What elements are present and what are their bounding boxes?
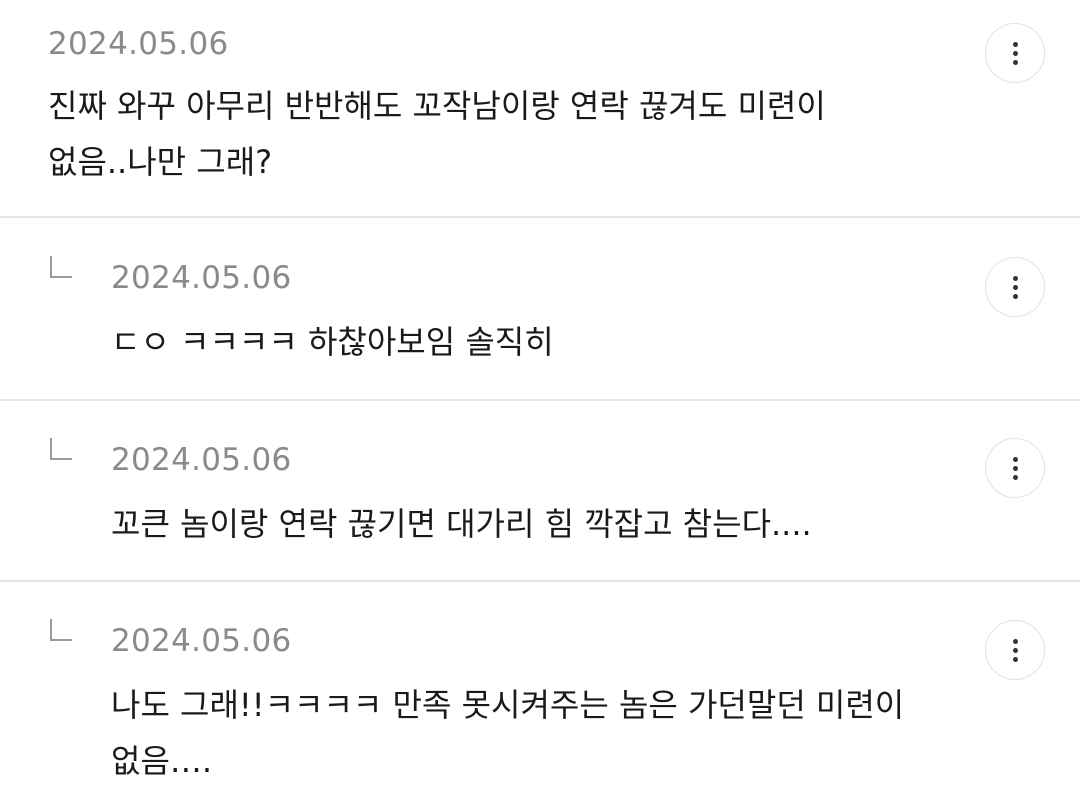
- comment-date: 2024.05.06: [48, 26, 229, 62]
- reply-arrow-icon: [50, 619, 72, 641]
- comment-date: 2024.05.06: [111, 260, 292, 296]
- more-vertical-icon: [1012, 456, 1018, 480]
- reply-item: 2024.05.06 나도 그래!!ㅋㅋㅋㅋ 만족 못시켜주는 놈은 가던말던 …: [0, 581, 1080, 807]
- reply-arrow-icon: [50, 438, 72, 460]
- comment-item: 2024.05.06 진짜 와꾸 아무리 반반해도 꼬작남이랑 연락 끊겨도 미…: [0, 0, 1080, 218]
- comment-text: ㄷㅇ ㅋㅋㅋㅋ 하찮아보임 솔직히: [111, 323, 554, 361]
- more-options-button[interactable]: [985, 23, 1045, 83]
- reply-item: 2024.05.06 ㄷㅇ ㅋㅋㅋㅋ 하찮아보임 솔직히: [0, 218, 1080, 400]
- reply-item: 2024.05.06 꼬큰 놈이랑 연락 끊기면 대가리 힘 깍잡고 참는다..…: [0, 400, 1080, 581]
- comment-date: 2024.05.06: [111, 623, 292, 659]
- comment-text: 나도 그래!!ㅋㅋㅋㅋ 만족 못시켜주는 놈은 가던말던 미련이 없음….: [111, 686, 905, 780]
- more-options-button[interactable]: [985, 620, 1045, 680]
- more-vertical-icon: [1012, 41, 1018, 65]
- reply-arrow-icon: [50, 256, 72, 278]
- comment-text: 진짜 와꾸 아무리 반반해도 꼬작남이랑 연락 끊겨도 미련이 없음..나만 그…: [48, 87, 826, 181]
- more-options-button[interactable]: [985, 438, 1045, 498]
- comment-date: 2024.05.06: [111, 442, 292, 478]
- more-vertical-icon: [1012, 275, 1018, 299]
- comment-text: 꼬큰 놈이랑 연락 끊기면 대가리 힘 깍잡고 참는다....: [111, 505, 812, 543]
- more-options-button[interactable]: [985, 257, 1045, 317]
- more-vertical-icon: [1012, 638, 1018, 662]
